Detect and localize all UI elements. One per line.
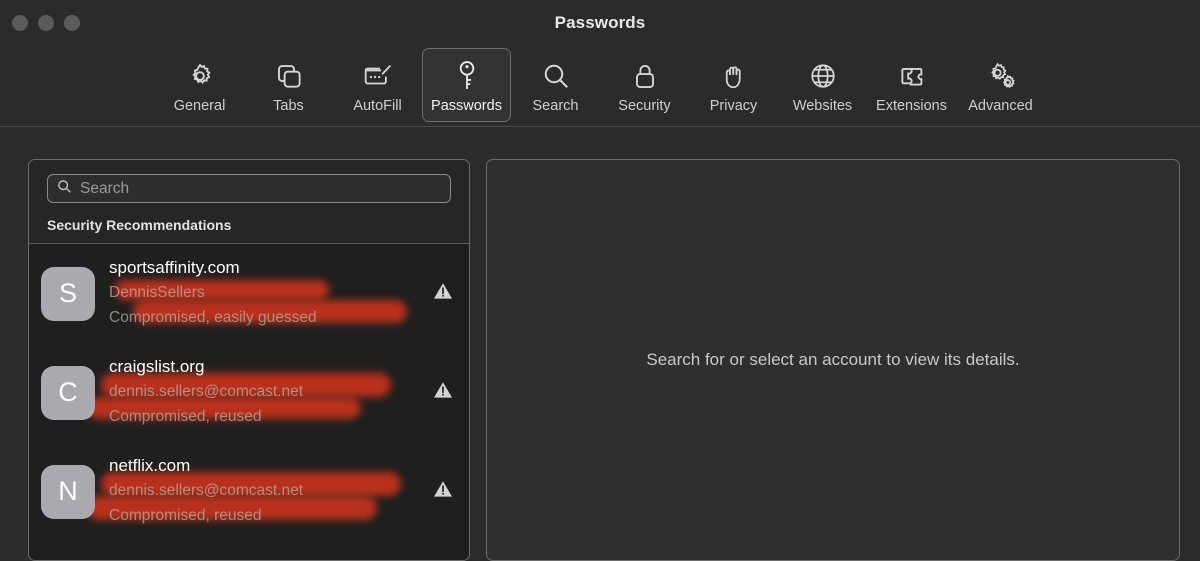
toolbar-item-label: Passwords <box>431 98 502 114</box>
list-item-username: dennis.sellers@comcast.net <box>109 383 304 400</box>
key-icon <box>453 58 481 94</box>
toolbar-item-label: Privacy <box>709 98 758 114</box>
toolbar-item-label: Websites <box>792 98 853 114</box>
window-title: Passwords <box>554 13 646 32</box>
list-item-status: Compromised, reused <box>109 408 262 425</box>
toolbar-item-label: Search <box>532 98 579 114</box>
list-item-site: sportsaffinity.com <box>109 258 240 277</box>
list-item[interactable]: C craigslist.org dennis.sellers@comcast.… <box>29 343 469 442</box>
preferences-window: Passwords General Tabs AutoFill Password… <box>0 0 1200 561</box>
toolbar-item-label: Advanced <box>968 98 1033 114</box>
list-item-username: dennis.sellers@comcast.net <box>109 482 304 499</box>
puzzle-icon <box>897 58 927 94</box>
title-bar: Passwords <box>0 0 1200 46</box>
globe-icon <box>808 58 838 94</box>
toolbar-item-label: Extensions <box>876 98 947 114</box>
lock-icon <box>631 58 659 94</box>
security-recommendations-header: Security Recommendations <box>29 215 469 244</box>
toolbar-item-autofill[interactable]: AutoFill <box>333 48 422 122</box>
toolbar-item-passwords[interactable]: Passwords <box>422 48 511 122</box>
toolbar-item-search[interactable]: Search <box>511 48 600 122</box>
warning-triangle-icon[interactable] <box>433 281 453 306</box>
list-item-text: craigslist.org dennis.sellers@comcast.ne… <box>109 354 419 431</box>
list-item-text: netflix.com dennis.sellers@comcast.net C… <box>109 453 419 530</box>
account-detail-pane: Search for or select an account to view … <box>486 159 1180 561</box>
list-item-site: craigslist.org <box>109 357 205 376</box>
avatar: N <box>41 464 95 519</box>
gears-icon <box>985 58 1017 94</box>
search-placeholder: Search <box>80 179 130 197</box>
magnifier-icon <box>541 58 571 94</box>
toolbar-item-label: AutoFill <box>353 98 402 114</box>
toolbar-item-extensions[interactable]: Extensions <box>867 48 956 122</box>
toolbar-item-general[interactable]: General <box>155 48 244 122</box>
hand-icon <box>720 58 748 94</box>
empty-state-message: Search for or select an account to view … <box>646 350 1020 369</box>
toolbar-item-security[interactable]: Security <box>600 48 689 122</box>
passwords-content: Search Security Recommendations S sports… <box>0 127 1200 561</box>
list-item-site: netflix.com <box>109 456 191 475</box>
autofill-icon <box>362 58 394 94</box>
list-item[interactable]: N netflix.com dennis.sellers@comcast.net… <box>29 442 469 541</box>
toolbar-item-privacy[interactable]: Privacy <box>689 48 778 122</box>
search-icon <box>57 179 72 199</box>
list-item-status: Compromised, reused <box>109 507 262 524</box>
list-item-username: DennisSellers <box>109 284 205 301</box>
preferences-toolbar: General Tabs AutoFill Passwords Search S… <box>0 46 1200 127</box>
toolbar-item-websites[interactable]: Websites <box>778 48 867 122</box>
toolbar-item-label: Security <box>618 98 671 114</box>
passwords-sidebar: Search Security Recommendations S sports… <box>28 159 470 561</box>
warning-triangle-icon[interactable] <box>433 479 453 504</box>
avatar: S <box>41 266 95 321</box>
toolbar-item-advanced[interactable]: Advanced <box>956 48 1045 122</box>
tabs-icon <box>274 58 304 94</box>
toolbar-item-label: Tabs <box>273 98 304 114</box>
list-item[interactable]: S sportsaffinity.com DennisSellers Compr… <box>29 244 469 343</box>
gear-icon <box>185 58 215 94</box>
list-item-status: Compromised, easily guessed <box>109 309 317 326</box>
warning-triangle-icon[interactable] <box>433 380 453 405</box>
search-container: Search <box>29 160 469 215</box>
password-list: S sportsaffinity.com DennisSellers Compr… <box>29 244 469 541</box>
search-input[interactable]: Search <box>47 174 451 203</box>
toolbar-item-label: General <box>173 98 226 114</box>
avatar: C <box>41 365 95 420</box>
toolbar-item-tabs[interactable]: Tabs <box>244 48 333 122</box>
list-item-text: sportsaffinity.com DennisSellers Comprom… <box>109 255 419 332</box>
